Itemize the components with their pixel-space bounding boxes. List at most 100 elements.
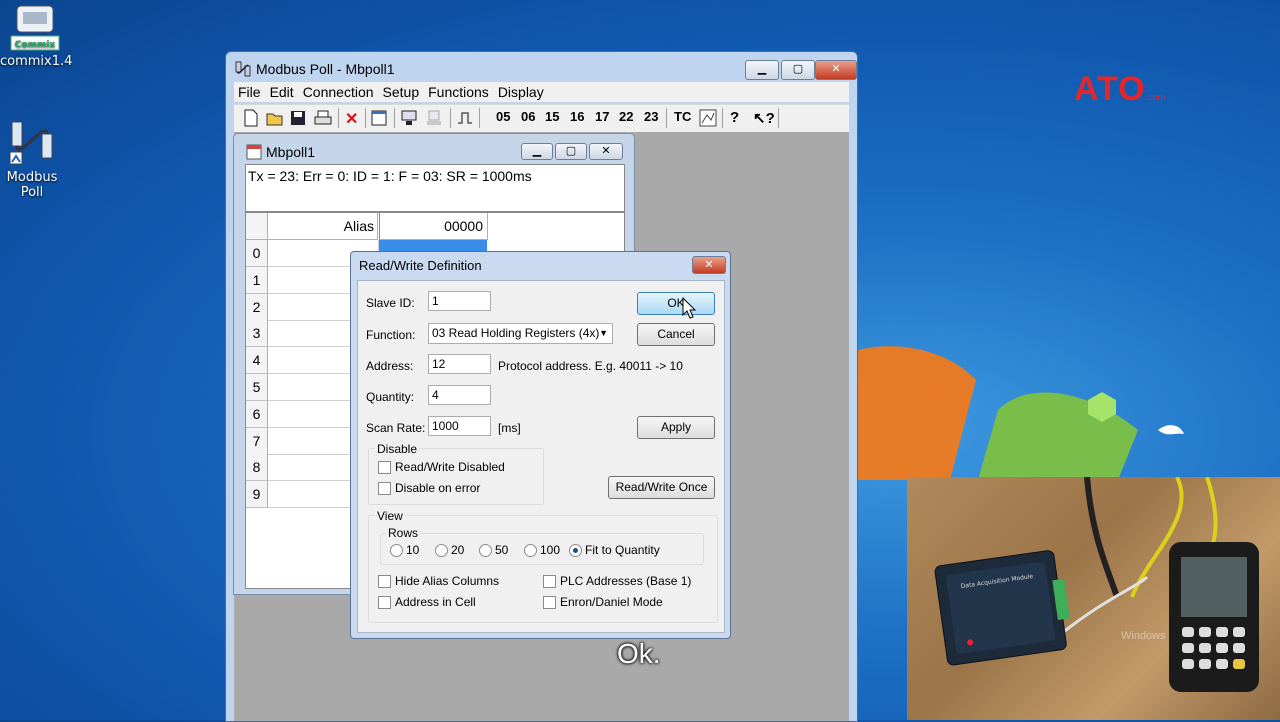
row-number: 4 [246,347,268,375]
rw-disabled-checkbox[interactable] [378,461,391,474]
hide-alias-label: Hide Alias Columns [395,574,500,588]
connect-icon[interactable] [400,109,418,127]
brand-sub: .com [1145,92,1166,102]
cancel-button[interactable]: Cancel [637,323,715,346]
brand-logo: ATO.com [1074,70,1165,109]
enron-mode-checkbox[interactable] [543,596,556,609]
row-number: 8 [246,454,268,482]
rows-10-radio[interactable] [390,544,403,557]
grid-corner [246,213,268,240]
alias-column-header[interactable]: Alias [268,213,378,240]
plc-addresses-checkbox[interactable] [543,575,556,588]
hardware-photo-inset: Data Acquisition Module Windows [907,477,1280,720]
row-number: 2 [246,293,268,321]
hide-alias-checkbox[interactable] [378,575,391,588]
fn-05-button[interactable]: 05 [496,109,510,127]
close-button[interactable]: ✕ [815,60,857,80]
address-in-cell-checkbox[interactable] [378,596,391,609]
traffic-icon[interactable] [699,109,717,127]
rows-10-label: 10 [406,543,420,557]
read-write-once-button[interactable]: Read/Write Once [608,476,715,499]
doc-icon [246,144,262,163]
slave-id-input[interactable]: 1 [428,291,491,311]
rows-fit-to-quantity-radio[interactable] [569,544,582,557]
rows-20-radio[interactable] [435,544,448,557]
desktop-icon-commix[interactable]: Commix commix1.4 [0,4,73,69]
quantity-input[interactable]: 4 [428,385,491,405]
address-in-cell-label: Address in Cell [395,595,476,609]
rows-50-radio[interactable] [479,544,492,557]
child-maximize-button[interactable]: ▢ [555,143,587,160]
open-icon[interactable] [266,109,284,127]
fn-22-button[interactable]: 22 [619,109,633,127]
fn-23-button[interactable]: 23 [644,109,658,127]
delete-icon[interactable]: ✕ [345,109,358,128]
desktop-icon-label: Modbus Poll [6,170,58,200]
menu-display[interactable]: Display [494,82,549,100]
plc-addresses-label: PLC Addresses (Base 1) [560,574,692,588]
menu-setup[interactable]: Setup [379,82,425,100]
rows-100-label: 100 [540,543,561,557]
fn-06-button[interactable]: 06 [521,109,535,127]
mouse-cursor-icon [682,297,697,319]
view-group-title: View [375,509,405,523]
tc-button[interactable]: TC [674,109,691,127]
save-icon[interactable] [290,109,306,127]
menu-connection[interactable]: Connection [299,82,379,100]
fn-15-button[interactable]: 15 [545,109,559,127]
slave-id-label: Slave ID: [366,296,415,310]
rw-disabled-label: Read/Write Disabled [395,460,505,474]
fn-17-button[interactable]: 17 [595,109,609,127]
address-input[interactable]: 12 [428,354,491,374]
hardware-photo-art: Data Acquisition Module [934,477,1259,692]
video-caption: Ok. [617,638,661,669]
menu-functions[interactable]: Functions [424,82,494,100]
context-help-icon[interactable]: ↖? [753,109,775,127]
minimize-button[interactable]: ▁ [745,60,779,80]
address-label: Address: [366,359,414,373]
child-close-button[interactable]: ✕ [589,143,623,160]
dialog-close-button[interactable]: ✕ [692,256,726,274]
function-select-value: 03 Read Holding Registers (4x) [432,326,600,340]
value-column-header[interactable]: 00000 [379,213,488,240]
ok-button[interactable]: OK [637,292,715,315]
dialog-body: Slave ID: 1 Function: 03 Read Holding Re… [357,280,725,633]
fn-16-button[interactable]: 16 [570,109,584,127]
disconnect-icon[interactable] [425,109,443,127]
read-write-definition-dialog: Read/Write Definition ✕ Slave ID: 1 Func… [350,251,731,639]
row-number: 7 [246,427,268,455]
maximize-button[interactable]: ▢ [781,60,815,80]
menu-file[interactable]: File [234,82,266,100]
enron-mode-label: Enron/Daniel Mode [560,595,663,609]
desktop-icon-modbus-poll[interactable]: Modbus Poll [0,112,67,200]
windows-watermark: Windows [1121,630,1166,642]
main-window-title: Modbus Poll - Mbpoll1 [256,61,395,77]
windows-flag-art [858,346,1184,480]
status-line: Tx = 23: Err = 0: ID = 1: F = 03: SR = 1… [245,164,625,212]
row-number: 1 [246,266,268,294]
row-number: 0 [246,240,268,267]
window-icon[interactable] [371,109,387,127]
function-select[interactable]: 03 Read Holding Registers (4x) ▼ [428,323,613,344]
main-title-bar[interactable]: Modbus Poll - Mbpoll1 ▁ ▢ ✕ [226,52,857,86]
child-minimize-button[interactable]: ▁ [521,143,553,160]
quantity-label: Quantity: [366,390,415,404]
desktop-icon-label: commix1.4 [0,54,73,69]
toolbar: ✕ 05 06 15 16 17 22 23 TC ? ↖? [234,104,849,132]
address-hint: Protocol address. E.g. 40011 -> 10 [498,359,683,373]
dialog-title: Read/Write Definition [359,258,482,273]
new-icon[interactable] [243,109,259,127]
help-icon[interactable]: ? [730,109,739,127]
scan-rate-input[interactable]: 1000 [428,416,491,436]
apply-button[interactable]: Apply [637,416,715,439]
print-icon[interactable] [314,109,332,127]
chevron-down-icon: ▼ [599,328,608,338]
row-number: 5 [246,374,268,401]
rows-100-radio[interactable] [524,544,537,557]
disable-on-error-checkbox[interactable] [378,482,391,495]
function-label: Function: [366,328,416,342]
pulse-icon[interactable] [457,109,473,127]
rows-group-title: Rows [386,526,421,540]
menu-edit[interactable]: Edit [266,82,299,100]
commix-icon: Commix [9,4,61,52]
